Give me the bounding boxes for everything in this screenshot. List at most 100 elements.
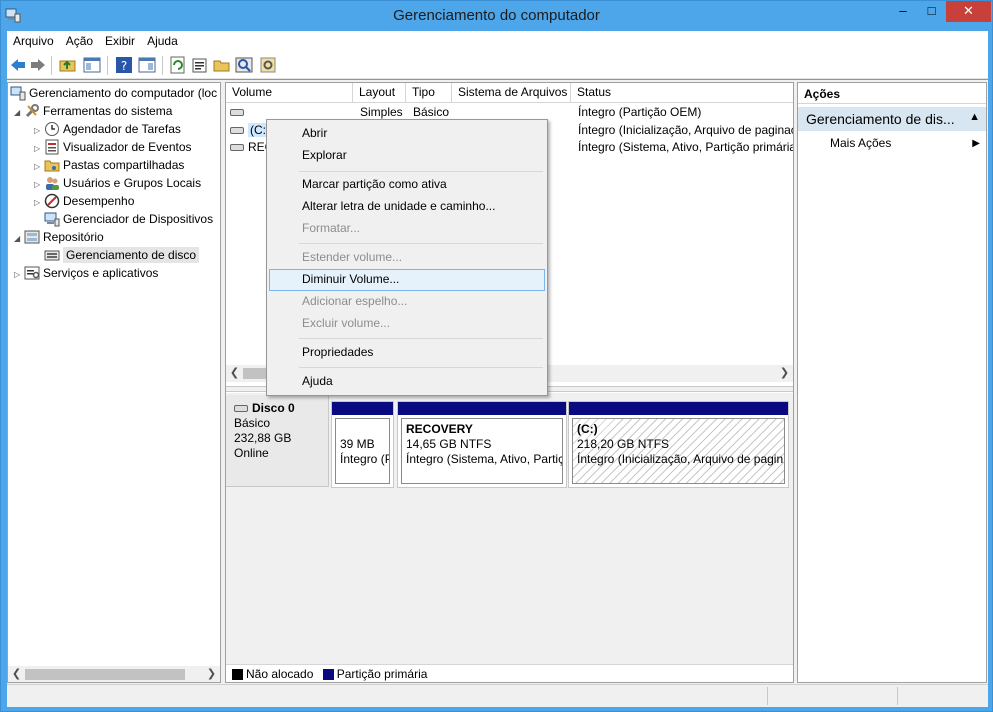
scroll-right-icon[interactable]: ❯ — [203, 666, 220, 682]
column-tipo[interactable]: Tipo — [406, 83, 452, 103]
collapsed-arrow-icon[interactable]: ▷ — [34, 122, 44, 139]
actions-header: Ações — [798, 83, 986, 104]
help-icon[interactable]: ? — [115, 56, 133, 74]
menu-item-extend: Estender volume... — [302, 250, 403, 264]
scroll-thumb[interactable] — [25, 669, 185, 680]
tree-item-desempenho[interactable]: ▷ Desempenho — [34, 193, 134, 211]
status-bar — [7, 684, 988, 706]
partition-oem[interactable]: 39 MB Íntegro (P — [331, 401, 394, 488]
menu-item-change-letter[interactable]: Alterar letra de unidade e caminho... — [269, 196, 545, 218]
tree-item-visualizador[interactable]: ▷ Visualizador de Eventos — [34, 139, 192, 157]
settings-icon[interactable] — [259, 56, 277, 74]
menu-item-add-mirror: Adicionar espelho... — [302, 294, 408, 308]
menu-separator — [299, 338, 543, 339]
menu-item-delete: Excluir volume... — [302, 316, 391, 330]
tree-root[interactable]: Gerenciamento do computador (loc — [10, 85, 217, 103]
tree-item-gerenciador-dispositivos[interactable]: Gerenciador de Dispositivos — [44, 211, 213, 229]
disk-info[interactable]: Disco 0 Básico 232,88 GB Online — [226, 395, 329, 487]
collapsed-arrow-icon[interactable]: ▷ — [14, 266, 24, 283]
menu-separator — [299, 367, 543, 368]
scroll-left-icon[interactable]: ❮ — [8, 666, 25, 682]
menu-separator — [299, 243, 543, 244]
submenu-arrow-icon: ▶ — [972, 138, 980, 149]
toolbar-separator — [51, 56, 52, 75]
unallocated-swatch — [232, 669, 243, 681]
more-actions[interactable]: Mais Ações ▶ — [798, 135, 986, 153]
collapsed-arrow-icon[interactable]: ▷ — [34, 140, 44, 157]
close-button[interactable]: ✕ — [946, 1, 991, 22]
device-manager-icon — [44, 212, 60, 227]
primary-partition-swatch — [322, 669, 334, 681]
drive-icon — [230, 144, 244, 152]
menu-item-open[interactable]: Abrir — [269, 123, 545, 145]
tree-item-pastas[interactable]: ▷ Pastas compartilhadas — [34, 157, 184, 175]
menu-exibir[interactable]: Exibir — [99, 31, 141, 48]
search-icon[interactable] — [235, 56, 253, 74]
action-pane-icon[interactable] — [138, 56, 156, 74]
column-status[interactable]: Status — [571, 83, 793, 103]
disk-state: Online — [234, 446, 269, 460]
open-folder-icon[interactable] — [213, 56, 231, 74]
menu-separator — [299, 171, 543, 172]
menu-item-mark-active[interactable]: Marcar partição como ativa — [269, 174, 545, 196]
toolbar-separator — [162, 56, 163, 75]
primary-partition-band — [332, 402, 393, 415]
computer-management-icon — [10, 86, 26, 101]
maximize-button[interactable]: □ — [918, 1, 945, 22]
event-viewer-icon — [45, 139, 59, 155]
expanded-arrow-icon[interactable]: ◢ — [14, 104, 24, 121]
expanded-arrow-icon[interactable]: ◢ — [14, 230, 24, 247]
menu-item-explore[interactable]: Explorar — [269, 145, 545, 167]
collapsed-arrow-icon[interactable]: ▷ — [34, 158, 44, 175]
collapsed-arrow-icon[interactable]: ▷ — [34, 176, 44, 193]
toolbar-separator — [107, 56, 108, 75]
tree-item-ferramentas[interactable]: ◢ Ferramentas do sistema — [14, 103, 172, 121]
forward-icon[interactable] — [29, 56, 47, 74]
storage-icon — [24, 230, 40, 244]
partition-c[interactable]: (C:) 218,20 GB NTFS Íntegro (Inicializaç… — [568, 401, 789, 488]
tree-item-gerenciamento-disco[interactable]: Gerenciamento de disco — [44, 247, 200, 265]
scroll-left-icon[interactable]: ❮ — [226, 365, 243, 382]
services-icon — [24, 266, 40, 280]
actions-pane: Ações Gerenciamento de dis... ▲ Mais Açõe… — [797, 82, 987, 683]
menu-item-shrink[interactable]: Diminuir Volume... — [269, 269, 545, 291]
back-icon[interactable] — [9, 56, 27, 74]
tree-horizontal-scrollbar[interactable]: ❮ ❯ — [8, 666, 220, 682]
column-volume[interactable]: Volume — [226, 83, 353, 103]
drive-icon — [230, 109, 244, 117]
volume-list-header: Volume Layout Tipo Sistema de Arquivos S… — [226, 83, 793, 103]
folder-up-icon[interactable] — [59, 56, 77, 74]
disk-name: Disco 0 — [252, 401, 295, 415]
toolbar: ? — [7, 52, 988, 79]
column-sistema-arquivos[interactable]: Sistema de Arquivos — [452, 83, 571, 103]
navigation-tree: Gerenciamento do computador (loc ◢ Ferram… — [7, 82, 221, 683]
partition-recovery[interactable]: RECOVERY 14,65 GB NTFS Íntegro (Sistema,… — [397, 401, 567, 488]
menu-arquivo[interactable]: Arquivo — [7, 31, 60, 48]
tree-item-usuarios[interactable]: ▷ Usuários e Grupos Locais — [34, 175, 201, 193]
window-title: Gerenciamento do computador — [393, 7, 600, 24]
show-hide-tree-icon[interactable] — [83, 56, 101, 74]
properties-icon[interactable] — [191, 56, 209, 74]
collapsed-arrow-icon[interactable]: ▷ — [34, 194, 44, 211]
column-layout[interactable]: Layout — [353, 83, 406, 103]
title-bar[interactable]: Gerenciamento do computador – □ ✕ — [1, 1, 992, 31]
scroll-right-icon[interactable]: ❯ — [776, 365, 793, 382]
primary-partition-band — [569, 402, 788, 415]
tree-item-agendador[interactable]: ▷ Agendador de Tarefas — [34, 121, 181, 139]
tree-item-repositorio[interactable]: ◢ Repositório — [14, 229, 104, 247]
menu-item-properties[interactable]: Propriedades — [269, 342, 545, 364]
tree-item-servicos[interactable]: ▷ Serviços e aplicativos — [14, 265, 158, 283]
menu-item-format: Formatar... — [302, 221, 361, 235]
menu-item-help[interactable]: Ajuda — [269, 371, 545, 393]
collapse-up-icon[interactable]: ▲ — [969, 111, 980, 123]
menu-ajuda[interactable]: Ajuda — [141, 31, 184, 48]
actions-group-disk-management[interactable]: Gerenciamento de dis... ▲ — [798, 107, 986, 131]
users-icon — [46, 177, 59, 190]
partition-legend: Não alocado Partição primária — [226, 664, 793, 682]
drive-icon — [230, 127, 244, 135]
menu-bar: Arquivo Ação Exibir Ajuda — [7, 31, 988, 52]
minimize-button[interactable]: – — [888, 1, 918, 22]
app-window: Gerenciamento do computador – □ ✕ Arquiv… — [0, 0, 993, 712]
refresh-icon[interactable] — [169, 56, 187, 74]
menu-acao[interactable]: Ação — [60, 31, 99, 48]
